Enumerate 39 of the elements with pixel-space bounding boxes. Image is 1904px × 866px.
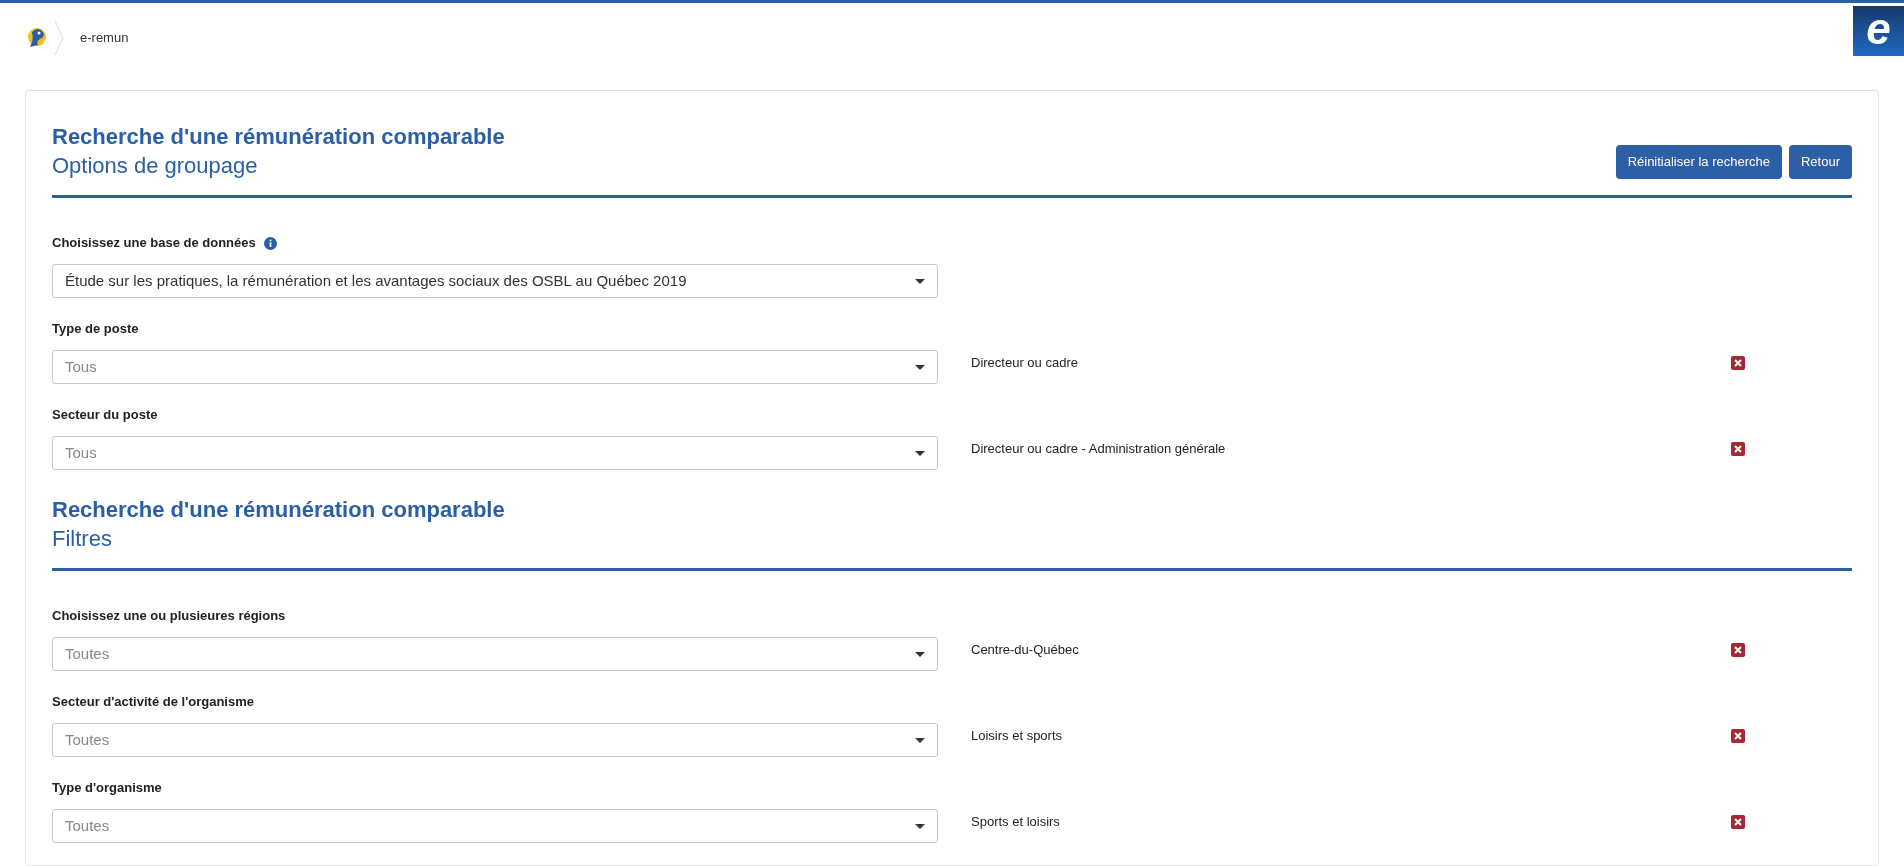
section-subtitle: Filtres	[52, 525, 113, 553]
reset-button[interactable]: Réinitialiser la recherche	[1615, 145, 1782, 179]
section-title: Recherche d'une rémunération comparable	[52, 496, 505, 524]
dropdown-field[interactable]: Tous	[52, 436, 938, 470]
remove-icon[interactable]	[1731, 815, 1745, 829]
dropdown-field[interactable]: Tous	[52, 350, 938, 384]
remove-icon[interactable]	[1731, 643, 1745, 657]
back-button[interactable]: Retour	[1788, 145, 1852, 179]
selected-value: Directeur ou cadre	[971, 354, 1079, 372]
app-logo: e	[1853, 6, 1904, 56]
selected-value: Loisirs et sports	[971, 727, 1064, 745]
dropdown-field[interactable]: Étude sur les pratiques, la rémunération et les avantages sociaux des OSBL au Québec 2019	[52, 264, 938, 298]
caret-icon	[915, 737, 925, 743]
remove-icon[interactable]	[1731, 442, 1745, 456]
breadcrumb-link[interactable]: e-remun	[80, 28, 129, 48]
info-icon[interactable]	[263, 236, 277, 250]
field-label: Type de poste	[52, 320, 139, 339]
chevron-icon	[54, 20, 64, 56]
selected-value: Directeur ou cadre - Administration générale	[971, 440, 1227, 458]
field-label: Choisissez une ou plusieures régions	[52, 607, 286, 626]
dropdown-field[interactable]: Toutes	[52, 809, 938, 843]
remove-icon[interactable]	[1731, 356, 1745, 370]
caret-icon	[915, 364, 925, 370]
selected-value: Sports et loisirs	[971, 813, 1061, 831]
caret-icon	[915, 651, 925, 657]
field-label: Secteur du poste	[52, 406, 158, 425]
remove-icon[interactable]	[1731, 729, 1745, 743]
dropdown-field[interactable]: Toutes	[52, 637, 938, 671]
caret-icon	[915, 278, 925, 284]
caret-icon	[915, 450, 925, 456]
caret-icon	[915, 823, 925, 829]
field-label: Choisissez une base de données	[52, 234, 256, 253]
section-subtitle: Options de groupage	[52, 152, 259, 180]
section-title: Recherche d'une rémunération comparable	[52, 123, 505, 151]
bird-logo-icon[interactable]	[26, 26, 48, 50]
field-label: Secteur d'activité de l'organisme	[52, 693, 254, 712]
field-label: Type d'organisme	[52, 779, 162, 798]
dropdown-field[interactable]: Toutes	[52, 723, 938, 757]
selected-value: Centre-du-Québec	[971, 641, 1080, 659]
